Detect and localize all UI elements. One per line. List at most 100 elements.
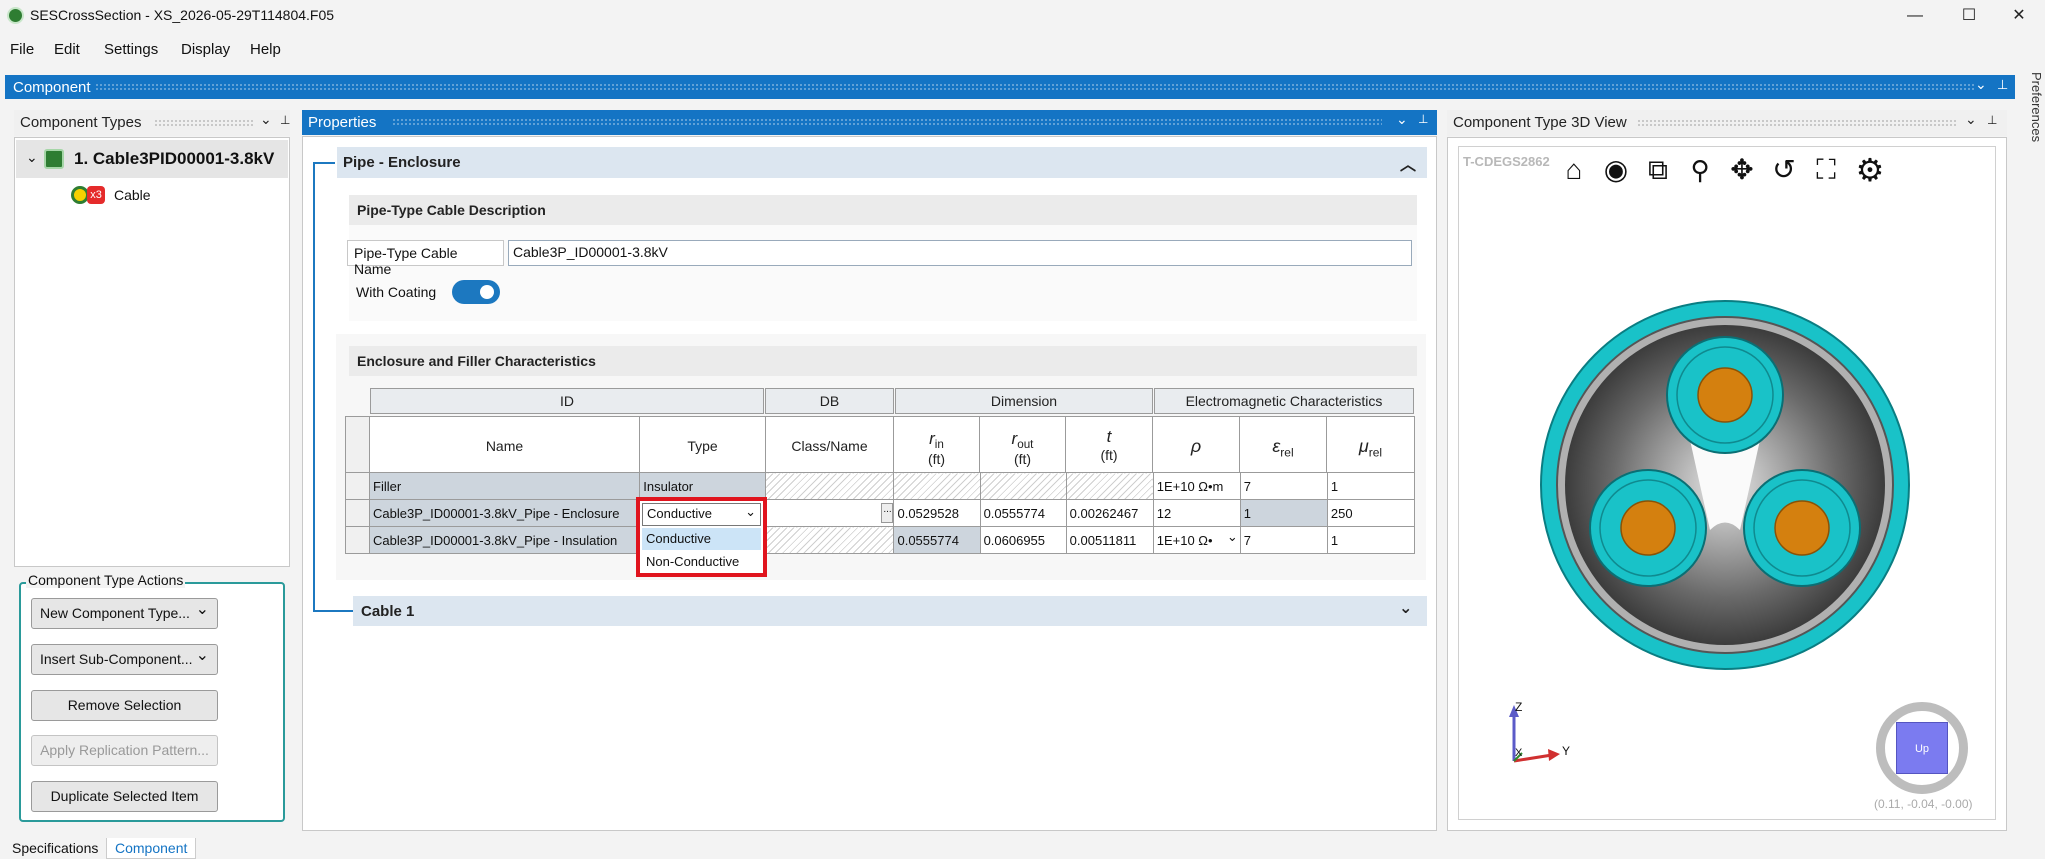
apply-replication-button[interactable]: Apply Replication Pattern... xyxy=(31,735,218,766)
chevron-up-icon[interactable]: ︿ xyxy=(1400,151,1416,175)
col-rout[interactable]: rout (ft) xyxy=(980,417,1066,475)
window-title: SESCrossSection - XS_2026-05-29T114804.F… xyxy=(30,7,335,23)
cell-mu[interactable]: 1 xyxy=(1326,526,1416,554)
chevron-down-icon[interactable]: ⌄ xyxy=(26,149,38,166)
minimize-button[interactable]: — xyxy=(1892,2,1938,30)
cell-name[interactable]: Cable3P_ID00001-3.8kV_Pipe - Insulation xyxy=(369,526,641,554)
cell-rout xyxy=(979,472,1067,500)
chevron-down-icon[interactable]: ⌄ xyxy=(1975,76,1987,93)
row-selector[interactable] xyxy=(344,472,371,500)
cell-rho[interactable]: 1E+10 Ω• ⌄ xyxy=(1152,526,1241,554)
tree-item-root[interactable]: ⌄ 1. Cable3PID00001-3.8kV xyxy=(16,140,288,178)
pin-icon[interactable]: ⊥ xyxy=(280,113,290,127)
cell-name[interactable]: Cable3P_ID00001-3.8kV_Pipe - Enclosure xyxy=(369,499,641,527)
col-type[interactable]: Type xyxy=(640,417,766,475)
properties-title: Properties xyxy=(308,114,377,131)
tab-component[interactable]: Component xyxy=(106,838,197,859)
cell-mu[interactable]: 250 xyxy=(1326,499,1416,527)
tree-item-cable[interactable]: x3 Cable xyxy=(71,184,271,208)
menu-file[interactable]: File xyxy=(10,41,34,58)
pin-icon[interactable]: ⊥ xyxy=(1418,112,1428,126)
pin-icon[interactable]: ⊥ xyxy=(1987,113,1997,127)
cable-cross-section[interactable] xyxy=(1540,300,1910,670)
enclosure-header: Enclosure and Filler Characteristics xyxy=(349,346,1417,376)
duplicate-item-button[interactable]: Duplicate Selected Item xyxy=(31,781,218,812)
rout-unit: (ft) xyxy=(1013,450,1032,467)
ellipsis-button[interactable]: ... xyxy=(881,503,893,523)
pan-icon[interactable]: ✥ xyxy=(1724,152,1760,188)
close-button[interactable]: ✕ xyxy=(1996,2,2042,30)
cell-rout[interactable]: 0.0606955 xyxy=(979,526,1067,554)
col-rin[interactable]: rin (ft) xyxy=(894,417,980,475)
row-selector-corner[interactable] xyxy=(346,417,370,475)
new-component-type-button[interactable]: New Component Type... xyxy=(31,595,218,629)
table-row[interactable]: Filler Insulator 1E+10 Ω•m 7 1 xyxy=(344,472,1416,500)
menu-help[interactable]: Help xyxy=(250,41,281,58)
col-t[interactable]: t (ft) xyxy=(1066,417,1153,475)
chevron-down-icon[interactable]: ⌄ xyxy=(1396,111,1408,128)
cell-mu[interactable]: 1 xyxy=(1326,472,1416,500)
cell-rin[interactable]: 0.0529528 xyxy=(893,499,981,527)
cell-rout[interactable]: 0.0555774 xyxy=(979,499,1067,527)
zoom-icon[interactable]: ⚲ xyxy=(1682,152,1718,188)
cell-eps[interactable]: 7 xyxy=(1239,526,1328,554)
cell-rin xyxy=(893,472,981,500)
maximize-button[interactable]: ☐ xyxy=(1946,2,1992,30)
menu-edit[interactable]: Edit xyxy=(54,41,80,58)
section-cable-1[interactable]: Cable 1 ⌄ xyxy=(353,596,1427,626)
chevron-down-icon[interactable]: ⌄ xyxy=(745,504,756,520)
zoom-box-icon[interactable]: ⧉ xyxy=(1640,152,1676,188)
table-row[interactable]: Cable3P_ID00001-3.8kV_Pipe - Insulation … xyxy=(344,526,1416,554)
col-name[interactable]: Name xyxy=(370,417,640,475)
cell-rho[interactable]: 12 xyxy=(1152,499,1241,527)
col-mu[interactable]: μrel xyxy=(1327,417,1414,475)
menu-settings[interactable]: Settings xyxy=(104,41,158,58)
remove-selection-button[interactable]: Remove Selection xyxy=(31,690,218,721)
coating-toggle[interactable] xyxy=(452,280,500,304)
table-row[interactable]: Cable3P_ID00001-3.8kV_Pipe - Enclosure .… xyxy=(344,499,1416,527)
cell-t[interactable]: 0.00511811 xyxy=(1065,526,1154,554)
chevron-down-icon[interactable]: ⌄ xyxy=(1965,111,1977,128)
type-select[interactable]: Conductive ⌄ xyxy=(642,503,761,526)
cell-eps[interactable]: 1 xyxy=(1239,499,1328,527)
col-eps[interactable]: εrel xyxy=(1240,417,1327,475)
type-select-value: Conductive xyxy=(647,506,713,521)
t-symbol: t xyxy=(1106,427,1112,446)
row-selector[interactable] xyxy=(344,499,371,527)
settings-icon[interactable]: ⚙ xyxy=(1852,152,1888,188)
col-class[interactable]: Class/Name xyxy=(766,417,894,475)
cell-type[interactable]: Insulator xyxy=(639,472,767,500)
home-icon[interactable]: ⌂ xyxy=(1556,152,1592,188)
fit-icon[interactable]: ⛶ xyxy=(1808,152,1844,188)
cell-rho[interactable]: 1E+10 Ω•m xyxy=(1152,472,1241,500)
conductor-right xyxy=(1743,469,1861,587)
option-non-conductive[interactable]: Non-Conductive xyxy=(642,551,761,573)
cell-t[interactable]: 0.00262467 xyxy=(1065,499,1154,527)
group-id: ID xyxy=(370,388,764,414)
cell-rin[interactable]: 0.0555774 xyxy=(893,526,981,554)
actions-title: Component Type Actions xyxy=(26,572,186,588)
section-cable-title: Cable 1 xyxy=(361,603,415,620)
component-bar-title: Component xyxy=(13,79,91,96)
option-conductive[interactable]: Conductive xyxy=(642,528,761,550)
rotate-icon[interactable]: ↺ xyxy=(1766,152,1802,188)
eye-icon[interactable]: ◉ xyxy=(1598,152,1634,188)
cable-name-input[interactable]: Cable3P_ID00001-3.8kV xyxy=(508,240,1412,266)
chevron-down-icon[interactable]: ⌄ xyxy=(260,111,272,128)
properties-header: Properties ⌄ ⊥ xyxy=(302,110,1437,135)
cell-eps[interactable]: 7 xyxy=(1239,472,1328,500)
chevron-down-icon[interactable]: ⌄ xyxy=(1227,529,1238,545)
cell-class[interactable]: ... xyxy=(765,499,895,527)
view-cube-up[interactable]: Up xyxy=(1896,722,1948,774)
chevron-down-icon[interactable]: ⌄ xyxy=(1399,598,1412,618)
group-em: Electromagnetic Characteristics xyxy=(1154,388,1414,414)
pin-icon[interactable]: ⊥ xyxy=(1997,77,2008,93)
menu-display[interactable]: Display xyxy=(181,41,230,58)
preferences-side-tab[interactable]: Preferences xyxy=(2020,72,2044,192)
tab-specifications[interactable]: Specifications xyxy=(4,838,108,859)
section-pipe-enclosure[interactable]: Pipe - Enclosure ︿ xyxy=(337,147,1427,178)
cell-name[interactable]: Filler xyxy=(369,472,641,500)
insert-sub-component-button[interactable]: Insert Sub-Component... xyxy=(31,641,218,675)
col-rho[interactable]: ρ xyxy=(1153,417,1240,475)
row-selector[interactable] xyxy=(344,526,371,554)
